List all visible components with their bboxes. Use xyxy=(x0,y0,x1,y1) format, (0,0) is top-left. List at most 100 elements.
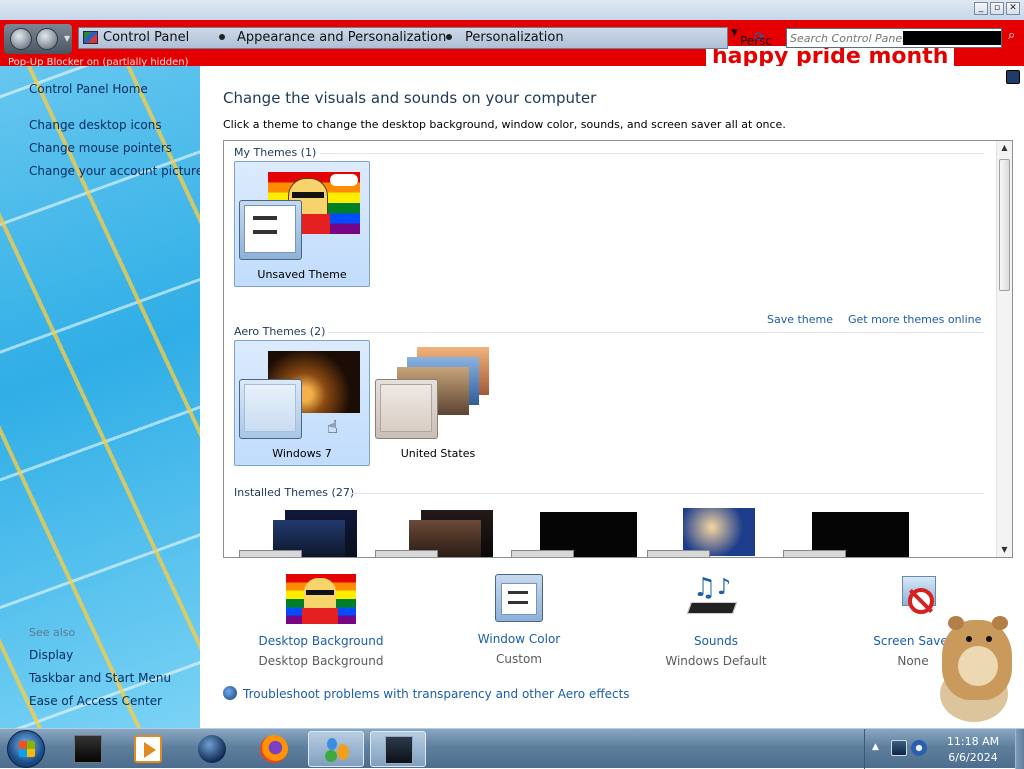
change-account-picture-link[interactable]: Change your account picture xyxy=(29,164,200,178)
search-icon[interactable]: ⌕ xyxy=(1008,28,1022,46)
window-color-preview xyxy=(239,200,302,260)
taskbar-app-dark-window[interactable] xyxy=(60,731,116,767)
breadcrumb-separator[interactable] xyxy=(219,34,225,40)
sounds-setting[interactable]: ♫ ♪ Sounds Windows Default xyxy=(631,574,801,668)
theme-united-states[interactable]: United States xyxy=(370,340,506,466)
close-icon[interactable]: ✕ xyxy=(1006,2,1020,15)
installed-theme-tile[interactable] xyxy=(234,503,370,557)
window-color-icon xyxy=(495,574,543,622)
main-content: Change the visuals and sounds on your co… xyxy=(200,66,1024,728)
save-theme-link[interactable]: Save theme xyxy=(767,313,833,326)
display-link[interactable]: Display xyxy=(29,648,73,662)
underlying-page-text: Pop-Up Blocker on (partially hidden) xyxy=(8,57,189,66)
breadcrumb-separator[interactable] xyxy=(446,34,452,40)
sunglasses xyxy=(292,192,324,198)
desktop-background-link[interactable]: Desktop Background xyxy=(236,634,406,648)
page-title: Change the visuals and sounds on your co… xyxy=(223,89,597,107)
clock-date: 6/6/2024 xyxy=(948,751,998,764)
taskbar-app-media-player[interactable] xyxy=(120,731,176,767)
address-bar-area: Pop-Up Blocker on (partially hidden) hap… xyxy=(0,20,1024,66)
sounds-value: Windows Default xyxy=(665,654,767,668)
group-aero-themes: Aero Themes (2) xyxy=(234,325,326,338)
help-icon[interactable] xyxy=(1006,70,1020,84)
show-hidden-icons[interactable]: ▲ xyxy=(872,742,879,752)
taskbar: ▲ 11:18 AM 6/6/2024 xyxy=(0,728,1024,769)
window-color-setting[interactable]: Window Color Custom xyxy=(434,574,604,666)
window-color-preview xyxy=(239,379,302,439)
see-also-label: See also xyxy=(29,626,76,639)
troubleshoot-label[interactable]: Troubleshoot problems with transparency … xyxy=(243,687,630,701)
volume-icon[interactable] xyxy=(911,740,927,756)
clock[interactable]: 11:18 AM 6/6/2024 xyxy=(935,729,1011,769)
sounds-link[interactable]: Sounds xyxy=(631,634,801,648)
left-pane: Control Panel Home Change desktop icons … xyxy=(0,66,200,728)
navigation-buttons: ▼ xyxy=(4,24,72,54)
change-mouse-pointers-link[interactable]: Change mouse pointers xyxy=(29,141,172,155)
installed-theme-tile[interactable] xyxy=(642,503,778,557)
group-divider xyxy=(328,332,984,333)
control-panel-icon xyxy=(83,31,98,44)
back-button[interactable] xyxy=(10,28,32,50)
address-dropdown[interactable]: ▼ xyxy=(731,28,738,38)
group-divider xyxy=(350,493,984,494)
banner-text: happy pride month xyxy=(706,46,955,66)
breadcrumb-control-panel[interactable]: Control Panel xyxy=(103,30,189,45)
installed-theme-tile[interactable] xyxy=(370,503,506,557)
window-app-icon xyxy=(385,736,413,764)
theme-unsaved[interactable]: Unsaved Theme xyxy=(234,161,370,287)
group-my-themes: My Themes (1) xyxy=(234,146,317,159)
media-player-icon xyxy=(134,735,162,763)
maximize-icon[interactable]: ▫ xyxy=(990,2,1004,15)
minimize-icon[interactable]: _ xyxy=(974,2,988,15)
taskbar-app-firefox[interactable] xyxy=(246,731,302,767)
firefox-icon xyxy=(260,735,288,763)
control-panel-icon xyxy=(323,736,351,764)
hamster-sticker xyxy=(920,600,1024,728)
forward-button[interactable] xyxy=(36,28,58,50)
taskbar-app-control-panel[interactable] xyxy=(308,731,364,767)
group-divider xyxy=(320,153,984,154)
theme-windows-7[interactable]: ☝ Windows 7 xyxy=(234,340,370,466)
breadcrumb-personalization[interactable]: Personalization xyxy=(465,30,564,45)
sounds-icon: ♫ ♪ xyxy=(681,574,751,624)
speech-bubble xyxy=(330,174,358,186)
scroll-down-icon[interactable]: ▼ xyxy=(997,543,1012,557)
window-color-preview xyxy=(375,379,438,439)
installed-theme-tile[interactable] xyxy=(778,503,914,557)
installed-theme-tile[interactable] xyxy=(506,503,642,557)
show-desktop-button[interactable] xyxy=(1015,729,1024,769)
change-desktop-icons-link[interactable]: Change desktop icons xyxy=(29,118,162,132)
breadcrumb[interactable]: Control Panel Appearance and Personaliza… xyxy=(78,27,728,49)
taskbar-app-globe[interactable] xyxy=(184,731,240,767)
ease-of-access-link[interactable]: Ease of Access Center xyxy=(29,694,162,708)
windows-logo-icon xyxy=(19,741,35,757)
network-icon[interactable] xyxy=(891,740,907,756)
clock-time: 11:18 AM xyxy=(946,735,1000,748)
title-bar: _ ▫ ✕ xyxy=(0,0,1024,20)
troubleshoot-link[interactable]: Troubleshoot problems with transparency … xyxy=(223,686,630,701)
scroll-thumb[interactable] xyxy=(999,159,1010,291)
refresh-icon[interactable]: ⟳ xyxy=(754,30,765,45)
globe-icon xyxy=(223,686,237,700)
taskbar-app-window[interactable] xyxy=(370,731,426,767)
app-dark-window-icon xyxy=(74,735,102,763)
theme-label: Windows 7 xyxy=(272,447,332,460)
group-installed-themes: Installed Themes (27) xyxy=(234,486,355,499)
get-more-themes-link[interactable]: Get more themes online xyxy=(848,313,981,326)
start-button[interactable] xyxy=(7,730,45,768)
taskbar-start-menu-link[interactable]: Taskbar and Start Menu xyxy=(29,671,171,685)
scroll-up-icon[interactable]: ▲ xyxy=(997,141,1012,155)
theme-label: United States xyxy=(400,447,476,460)
hand-cursor-icon: ☝ xyxy=(327,417,338,438)
theme-label: Unsaved Theme xyxy=(257,268,347,281)
breadcrumb-appearance[interactable]: Appearance and Personalization xyxy=(237,30,446,45)
theme-list-scrollbar[interactable]: ▲ ▼ xyxy=(996,141,1012,557)
window-color-link[interactable]: Window Color xyxy=(434,632,604,646)
desktop-background-icon xyxy=(286,574,356,624)
desktop-background-setting[interactable]: Desktop Background Desktop Background xyxy=(236,574,406,668)
control-panel-home-link[interactable]: Control Panel Home xyxy=(29,82,148,96)
theme-list: My Themes (1) Unsaved Theme Save theme G… xyxy=(223,140,1013,558)
search-input[interactable] xyxy=(786,28,1002,48)
page-instructions: Click a theme to change the desktop back… xyxy=(223,118,786,131)
recent-pages-dropdown[interactable]: ▼ xyxy=(64,34,70,43)
